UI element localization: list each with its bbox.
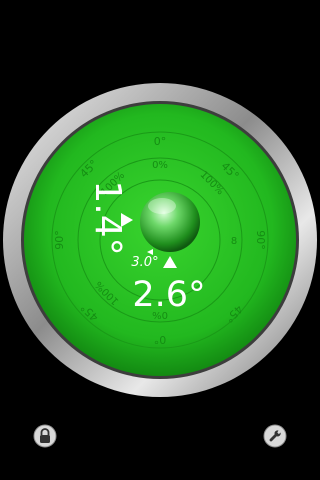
bubble-highlight — [148, 198, 176, 214]
horizontal-angle-readout: 2.6° — [132, 275, 205, 315]
inner-scale-right: 8 — [231, 236, 237, 247]
small-angle-readout: 3.0° — [131, 255, 158, 270]
level-gauge: 0° 45° 45° 90° 90° 45° 45° 0° 0% 100% 10… — [3, 83, 317, 397]
vertical-angle-readout: 1.4° — [87, 180, 128, 255]
scale-top: 0° — [154, 135, 167, 148]
lock-icon — [33, 424, 57, 448]
wrench-icon — [263, 424, 287, 448]
inner-scale-top: 0% — [152, 160, 168, 171]
scale-bottom: 0° — [154, 333, 167, 346]
scale-right: 90° — [254, 230, 267, 250]
settings-button[interactable] — [263, 424, 287, 448]
scale-left: 90° — [53, 230, 66, 250]
lock-button[interactable] — [33, 424, 57, 448]
